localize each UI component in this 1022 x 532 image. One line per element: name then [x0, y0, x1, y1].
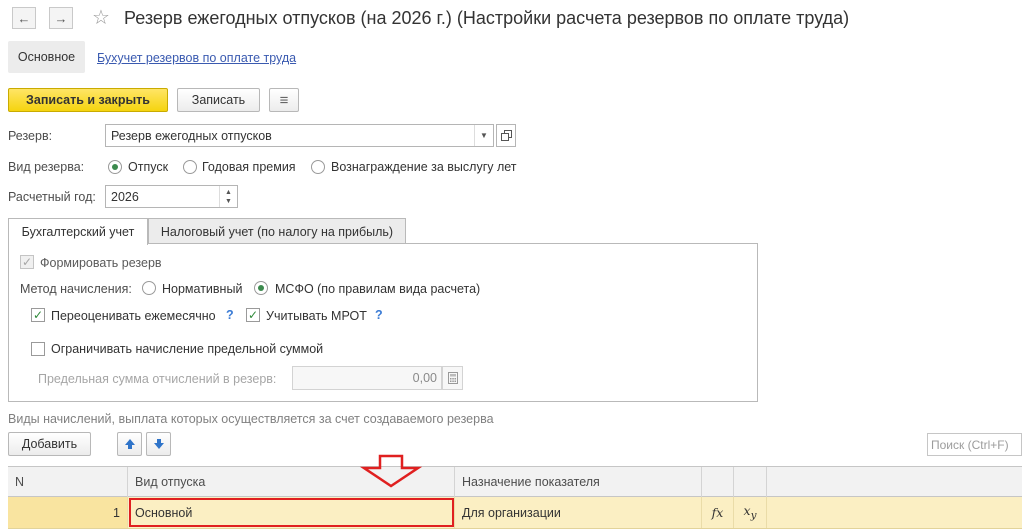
tab-tax[interactable]: Налоговый учет (по налогу на прибыль) — [148, 218, 406, 244]
method-radio-normative[interactable] — [142, 281, 156, 295]
back-button[interactable]: ← — [12, 7, 36, 29]
calculator-icon[interactable] — [442, 366, 463, 390]
limit-sum-value: 0,00 — [412, 371, 437, 385]
more-menu-icon[interactable]: ≡ — [269, 88, 299, 112]
method-option-normative: Нормативный — [162, 282, 243, 296]
column-fx — [702, 467, 734, 497]
save-and-close-button[interactable]: Записать и закрыть — [8, 88, 168, 112]
row-number[interactable]: 1 — [8, 497, 128, 528]
year-spinner[interactable]: ▲ ▼ — [219, 186, 237, 207]
kind-option-vacation: Отпуск — [128, 160, 169, 174]
kind-radio-seniority[interactable] — [311, 160, 325, 174]
spin-up-icon[interactable]: ▲ — [225, 188, 232, 197]
move-down-button[interactable] — [146, 432, 171, 456]
revalue-help-icon[interactable]: ? — [226, 308, 234, 322]
window-title: Резерв ежегодных отпусков (на 2026 г.) (… — [124, 8, 850, 28]
fx-icon[interactable]: fx — [702, 497, 734, 528]
move-up-button[interactable] — [117, 432, 142, 456]
add-button[interactable]: Добавить — [8, 432, 91, 456]
method-radio-ifrs[interactable] — [254, 281, 268, 295]
annotation-arrow-icon — [360, 454, 422, 488]
xy-subscript: y — [750, 509, 757, 522]
revalue-label: Переоценивать ежемесячно — [51, 309, 216, 323]
limit-sum-field[interactable]: 0,00 — [292, 366, 442, 390]
fx-label: fx — [711, 505, 724, 520]
arrow-down-icon — [153, 439, 164, 449]
row-purpose[interactable]: Для организации — [455, 497, 702, 528]
reserve-field[interactable]: Резерв ежегодных отпусков — [105, 124, 494, 147]
kind-option-bonus: Годовая премия — [202, 160, 296, 174]
mrot-label: Учитывать МРОТ — [266, 309, 367, 323]
column-n[interactable]: N — [8, 467, 128, 497]
dropdown-arrow-icon[interactable]: ▼ — [474, 125, 493, 146]
method-label: Метод начисления: — [20, 282, 132, 296]
reserve-value: Резерв ежегодных отпусков — [111, 128, 272, 143]
tab-accounting[interactable]: Бухгалтерский учет — [8, 218, 148, 245]
limit-sum-label: Предельная сумма отчислений в резерв: — [38, 372, 277, 386]
kind-label: Вид резерва: — [8, 160, 85, 174]
mrot-help-icon[interactable]: ? — [375, 308, 383, 322]
spin-down-icon[interactable]: ▼ — [225, 197, 232, 206]
year-label: Расчетный год: — [8, 190, 96, 204]
form-reserve-checkbox[interactable]: ✓ — [20, 255, 34, 269]
forward-arrow-icon: → — [54, 10, 68, 26]
search-input[interactable]: Поиск (Ctrl+F) — [927, 433, 1022, 456]
section-main[interactable]: Основное — [8, 41, 85, 73]
mrot-checkbox[interactable]: ✓ — [246, 308, 260, 322]
column-purpose[interactable]: Назначение показателя — [455, 467, 702, 497]
save-button[interactable]: Записать — [177, 88, 260, 112]
section-main-label: Основное — [17, 50, 76, 64]
column-xy — [734, 467, 767, 497]
method-option-ifrs: МСФО (по правилам вида расчета) — [275, 282, 481, 296]
forward-button[interactable]: → — [49, 7, 73, 29]
search-placeholder: Поиск (Ctrl+F) — [931, 437, 1009, 452]
section-accounting-link[interactable]: Бухучет резервов по оплате труда — [97, 51, 296, 65]
annotation-highlight-box — [129, 498, 454, 527]
back-arrow-icon: ← — [17, 10, 31, 26]
xy-icon[interactable]: xy — [734, 497, 767, 528]
table-caption: Виды начислений, выплата которых осущест… — [8, 412, 494, 426]
reserve-label: Резерв: — [8, 129, 53, 143]
limit-checkbox[interactable] — [31, 342, 45, 356]
kind-radio-bonus[interactable] — [183, 160, 197, 174]
form-reserve-label: Формировать резерв — [40, 256, 162, 270]
xy-label: xy — [743, 503, 757, 522]
kind-option-seniority: Вознаграждение за выслугу лет — [331, 160, 517, 174]
revalue-checkbox[interactable]: ✓ — [31, 308, 45, 322]
table-header: N Вид отпуска Назначение показателя — [8, 466, 1022, 497]
arrow-up-icon — [124, 439, 135, 449]
open-icon[interactable] — [496, 124, 516, 147]
limit-label: Ограничивать начисление предельной суммо… — [51, 342, 324, 356]
year-value: 2026 — [111, 189, 139, 204]
star-icon[interactable]: ☆ — [92, 5, 110, 30]
kind-radio-vacation[interactable] — [108, 160, 122, 174]
